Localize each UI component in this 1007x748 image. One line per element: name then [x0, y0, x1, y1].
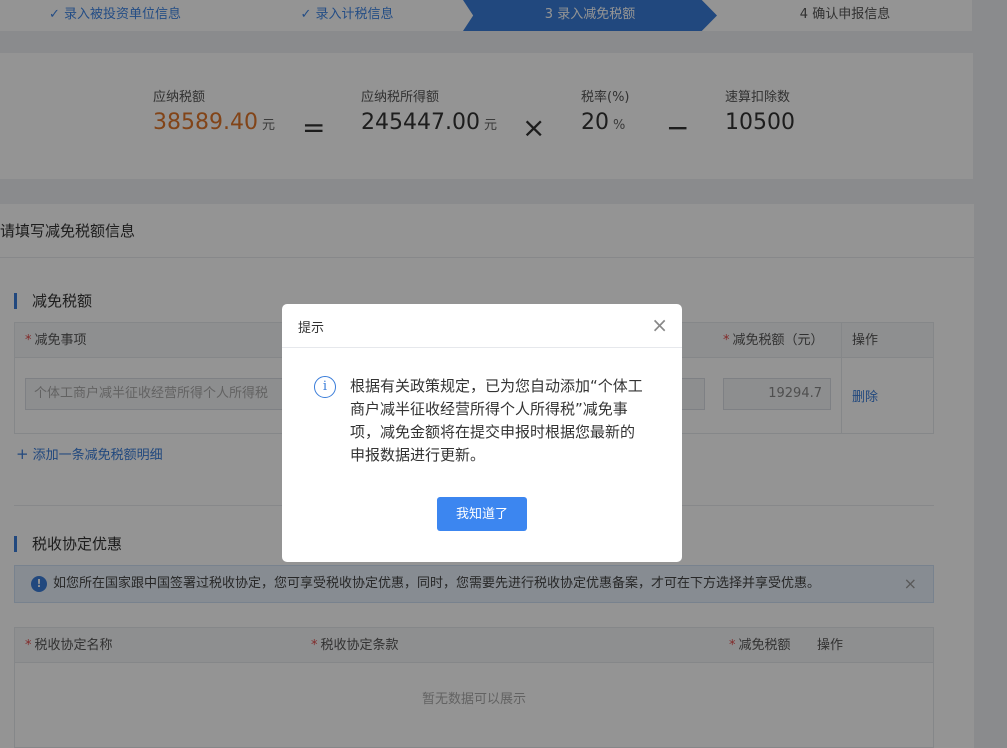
notice-dialog: 提示 × i 根据有关政策规定，已为您自动添加“个体工商户减半征收经营所得个人所…: [282, 304, 682, 562]
dialog-header: 提示 ×: [282, 304, 682, 348]
dialog-message: 根据有关政策规定，已为您自动添加“个体工商户减半征收经营所得个人所得税”减免事项…: [350, 377, 643, 464]
close-icon[interactable]: ×: [651, 313, 668, 337]
dialog-title: 提示: [298, 321, 325, 336]
info-icon: i: [314, 376, 336, 398]
acknowledge-button[interactable]: 我知道了: [437, 497, 527, 531]
